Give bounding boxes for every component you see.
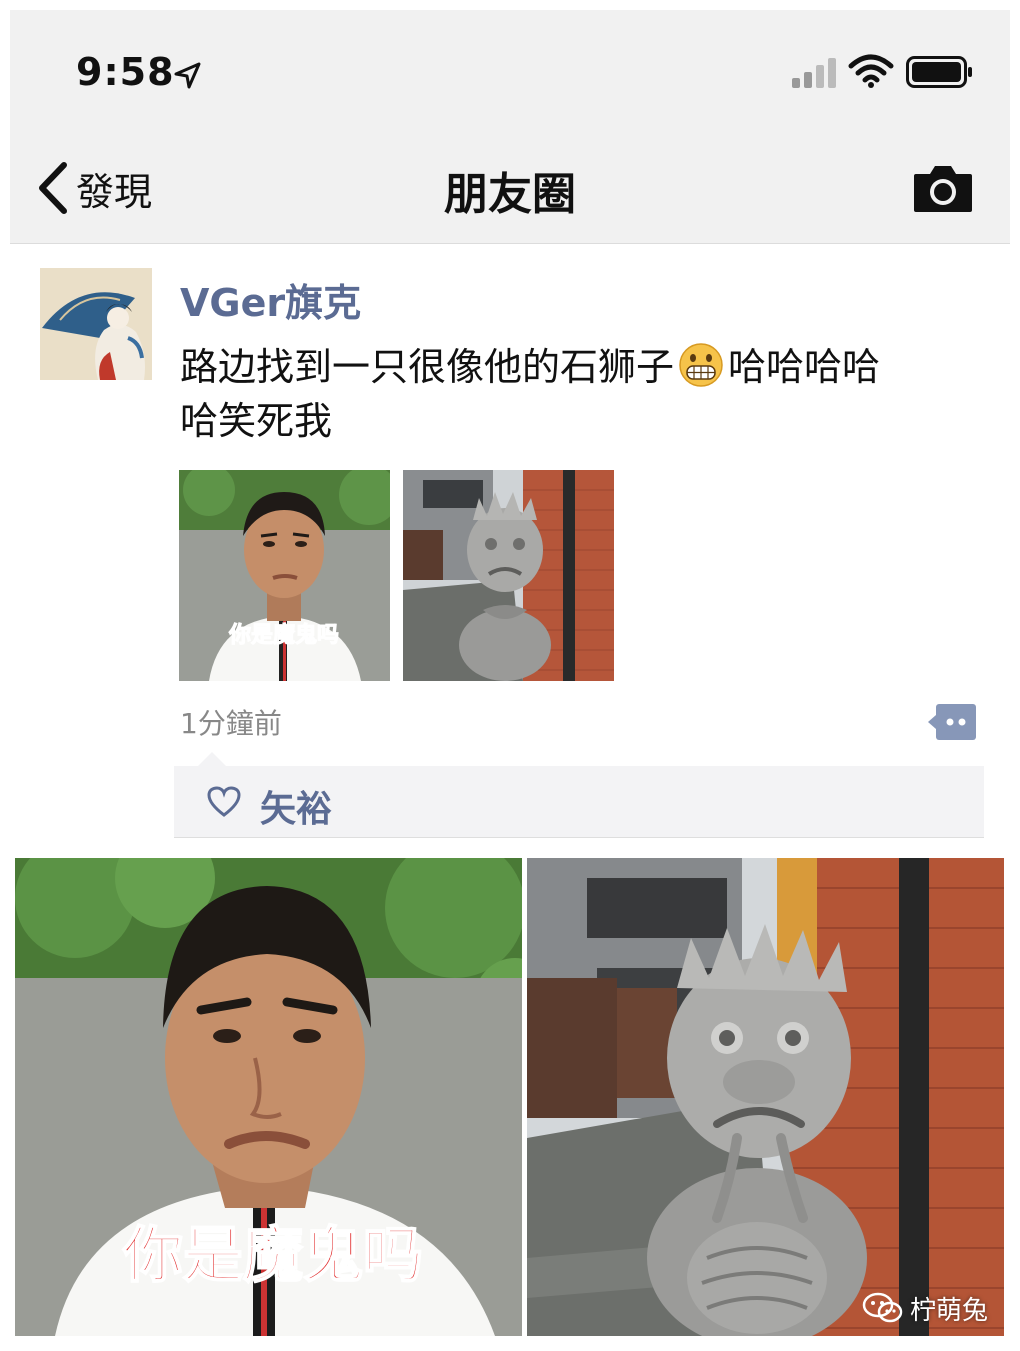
signal-icon [792,58,836,88]
enlarged-image-1: 你是魔鬼吗 [15,858,522,1336]
post-image-1[interactable]: 你是魔鬼吗 [179,470,390,681]
post-text-part1: 路边找到一只很像他的石狮子 [180,345,675,389]
comment-icon[interactable] [928,704,976,740]
liker-name[interactable]: 矢裕 [260,780,332,832]
likes-box: 矢裕 [174,752,984,838]
post-image-2[interactable] [403,470,614,681]
watermark: 柠萌兔 [862,1288,988,1328]
wifi-icon [848,54,894,88]
wechat-icon [862,1292,903,1323]
avatar[interactable] [40,268,152,380]
likes-notch [198,752,226,766]
battery-icon [906,56,972,88]
page-title: 朋友圈 [444,169,576,220]
camera-icon[interactable] [912,162,974,214]
status-time: 9:58 [76,50,175,94]
location-arrow-icon [174,62,201,89]
post-text-part2: 哈哈哈哈 [728,345,881,389]
post-text-part3: 哈笑死我 [180,399,333,443]
post-time: 1分鐘前 [180,707,282,740]
enlarged-image-caption: 你是魔鬼吗 [122,1221,423,1291]
top-bar: 9:58 發現 朋友圈 [10,10,1010,244]
post-text: 路边找到一只很像他的石狮子 哈哈哈哈 哈笑死我 [180,340,980,448]
watermark-text: 柠萌兔 [910,1295,989,1326]
enlarged-image-2 [527,858,1004,1336]
image-caption: 你是魔鬼吗 [228,622,339,648]
moments-screen: 9:58 發現 朋友圈 VGer旗克 路边找到一只很像他的石狮子 哈哈哈哈 哈笑… [10,10,1010,1351]
grin-emoji-icon [679,343,723,387]
heart-icon [207,786,241,817]
post-author[interactable]: VGer旗克 [180,272,361,327]
